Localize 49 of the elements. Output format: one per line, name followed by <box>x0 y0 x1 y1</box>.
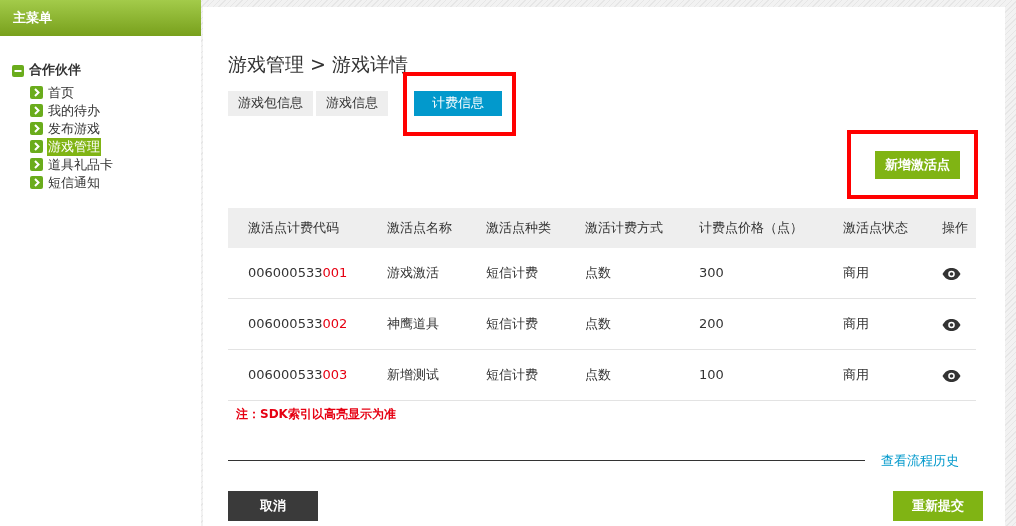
sidebar-item[interactable]: 短信通知 <box>47 173 101 192</box>
column-header: 激活计费方式 <box>564 207 679 248</box>
sidebar-item[interactable]: 道具礼品卡 <box>47 155 114 174</box>
chevron-icon <box>30 86 43 99</box>
chevron-icon <box>30 158 43 171</box>
table-cell: 商用 <box>823 247 923 299</box>
table-cell: 006000533001 <box>228 247 367 299</box>
chevron-icon <box>30 122 43 135</box>
collapse-icon[interactable] <box>12 64 24 77</box>
breadcrumb-separator: > <box>310 53 326 75</box>
view-icon[interactable] <box>942 318 962 331</box>
table-cell: 神鹰道具 <box>366 298 466 350</box>
chevron-icon <box>30 140 43 153</box>
table-cell: 短信计费 <box>465 349 565 401</box>
sidebar-item[interactable]: 我的待办 <box>47 101 101 120</box>
table-cell: 006000533002 <box>228 298 367 350</box>
column-header: 激活点状态 <box>823 207 923 248</box>
view-icon[interactable] <box>942 369 962 382</box>
table-cell: 新增测试 <box>366 349 466 401</box>
chevron-icon <box>30 104 43 117</box>
table-cell: 200 <box>679 298 824 350</box>
column-header: 激活点名称 <box>366 207 466 248</box>
breadcrumb-current: 游戏详情 <box>332 53 408 75</box>
breadcrumb-parent[interactable]: 游戏管理 <box>228 53 304 75</box>
view-icon[interactable] <box>942 267 962 280</box>
column-header: 操作 <box>922 207 976 248</box>
table-cell: 点数 <box>564 349 679 401</box>
table-cell: 300 <box>679 247 824 299</box>
table-cell: 短信计费 <box>465 247 565 299</box>
tab[interactable]: 游戏信息 <box>316 90 388 116</box>
sidebar-item[interactable]: 首页 <box>47 83 75 102</box>
table-cell: 点数 <box>564 298 679 350</box>
table-cell: 短信计费 <box>465 298 565 350</box>
note-text: 注：SDK索引以高亮显示为准 <box>236 406 397 423</box>
table-cell: 商用 <box>823 349 923 401</box>
sidebar-item[interactable]: 发布游戏 <box>47 119 101 138</box>
chevron-icon <box>30 176 43 189</box>
group-label[interactable]: 合作伙伴 <box>29 60 81 80</box>
sidebar-title: 主菜单 <box>0 0 201 36</box>
table-cell: 100 <box>679 349 824 401</box>
table-cell: 点数 <box>564 247 679 299</box>
column-header: 激活点种类 <box>465 207 565 248</box>
table-cell: 006000533003 <box>228 349 367 401</box>
cancel-button[interactable]: 取消 <box>228 490 318 521</box>
column-header: 计费点价格（点） <box>679 207 824 248</box>
table-cell: 游戏激活 <box>366 247 466 299</box>
tab[interactable]: 游戏包信息 <box>228 90 313 116</box>
column-header: 激活点计费代码 <box>228 207 367 248</box>
table-cell: 商用 <box>823 298 923 350</box>
